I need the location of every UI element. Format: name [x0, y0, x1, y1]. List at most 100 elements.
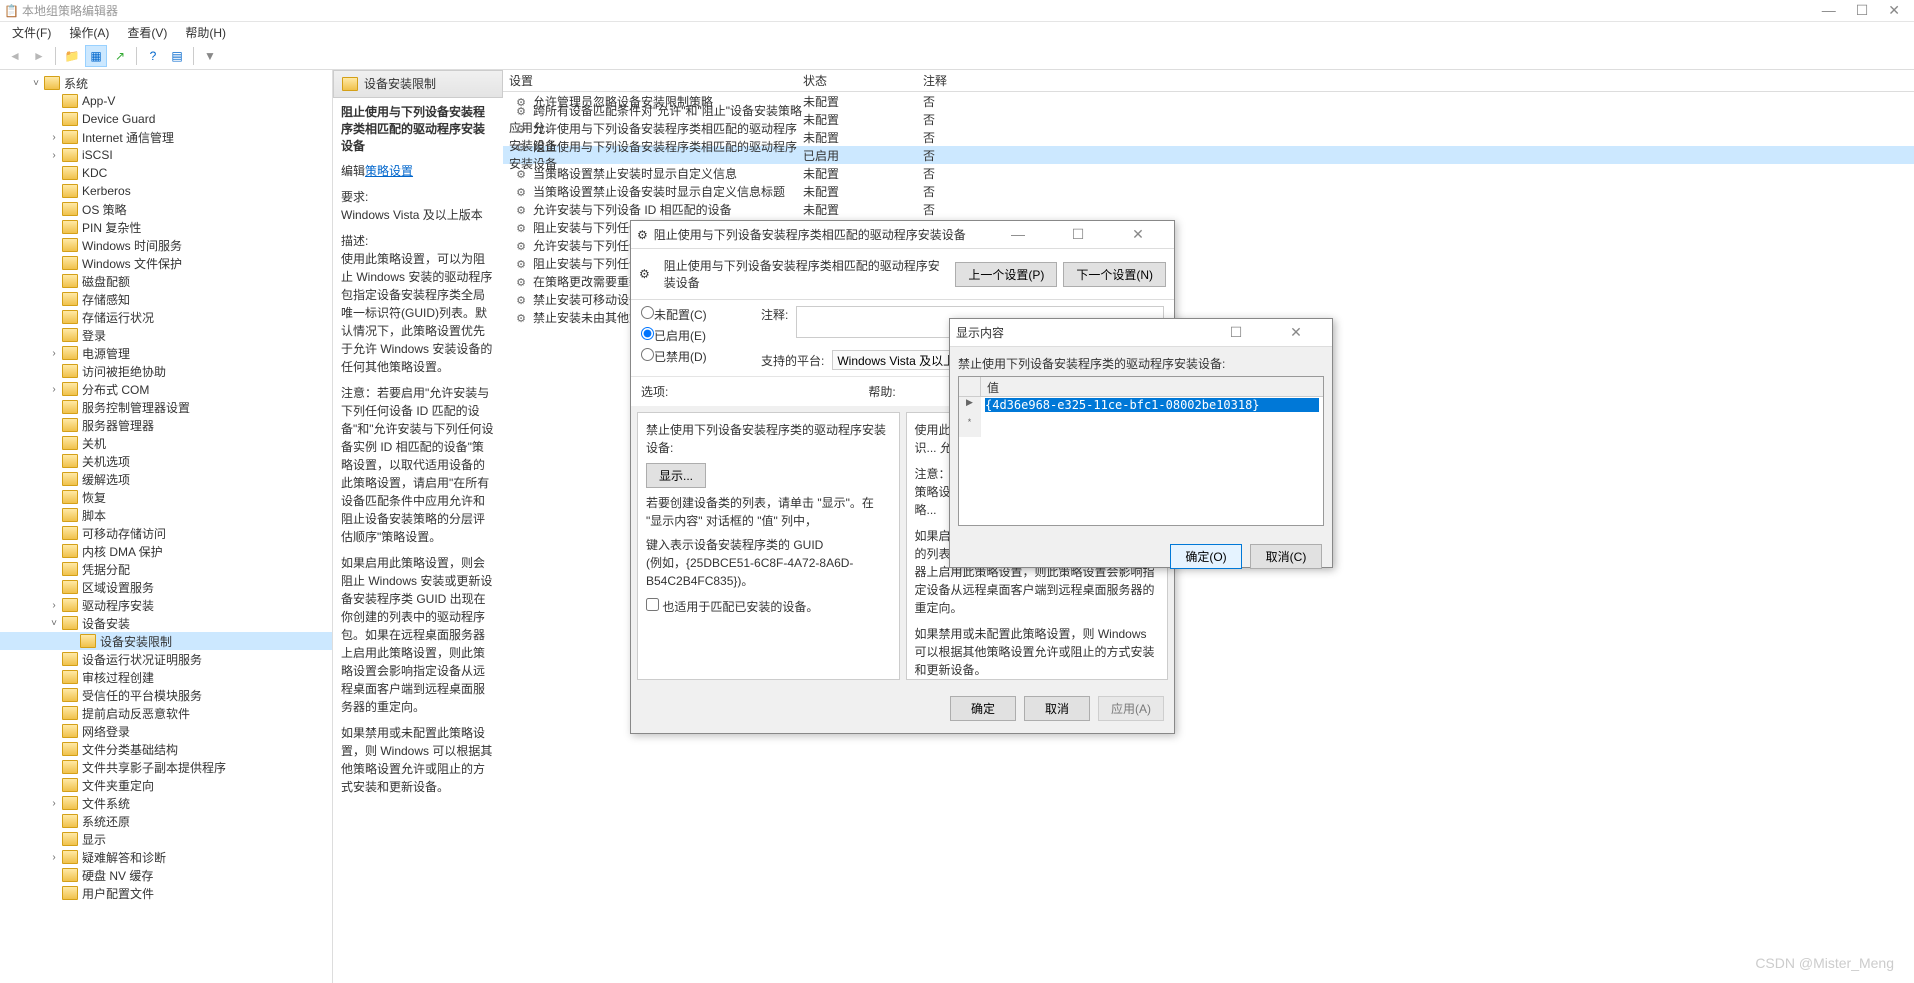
policy-apply-button[interactable]: 应用(A) — [1098, 696, 1164, 721]
edit-policy-link[interactable]: 策略设置 — [365, 164, 413, 178]
back-button[interactable]: ◄ — [4, 45, 26, 67]
grid-row[interactable]: ▶ — [959, 397, 1323, 417]
filter-button[interactable]: ▼ — [199, 45, 221, 67]
apply-installed-checkbox[interactable]: 也适用于匹配已安装的设备。 — [646, 600, 818, 614]
tree-item[interactable]: 恢复 — [0, 488, 332, 506]
tree-item[interactable]: 用户配置文件 — [0, 884, 332, 902]
close-icon[interactable]: ✕ — [1888, 2, 1900, 19]
dlg-minimize-icon[interactable]: — — [998, 226, 1038, 243]
tree-item[interactable]: 脚本 — [0, 506, 332, 524]
tree-item[interactable]: App-V — [0, 92, 332, 110]
radio-disabled[interactable]: 已禁用(D) — [641, 348, 741, 365]
col-comment[interactable]: 注释 — [923, 72, 1914, 89]
tree-item[interactable]: 可移动存储访问 — [0, 524, 332, 542]
props-button[interactable]: ▤ — [166, 45, 188, 67]
menu-action[interactable]: 操作(A) — [61, 22, 117, 43]
show-tree-button[interactable]: ▦ — [85, 45, 107, 67]
tree-item[interactable]: 系统还原 — [0, 812, 332, 830]
values-grid[interactable]: 值 ▶ * — [958, 376, 1324, 526]
show-maximize-icon[interactable]: ☐ — [1216, 324, 1256, 341]
tree-item[interactable]: OS 策略 — [0, 200, 332, 218]
config-icon — [513, 239, 529, 253]
tree-item[interactable]: 关机选项 — [0, 452, 332, 470]
settings-row[interactable]: 当策略设置禁止安装时显示自定义信息未配置否 — [503, 164, 1914, 182]
tree-item[interactable]: ›驱动程序安装 — [0, 596, 332, 614]
grid-col-value[interactable]: 值 — [981, 377, 1323, 396]
prev-setting-button[interactable]: 上一个设置(P) — [955, 262, 1057, 287]
tree-item[interactable]: 审核过程创建 — [0, 668, 332, 686]
show-ok-button[interactable]: 确定(O) — [1170, 544, 1242, 569]
tree-item[interactable]: 访问被拒绝协助 — [0, 362, 332, 380]
tree-root[interactable]: ˅ 系统 — [0, 74, 332, 92]
tree-item[interactable]: 服务器管理器 — [0, 416, 332, 434]
menu-help[interactable]: 帮助(H) — [177, 22, 234, 43]
tree-item[interactable]: 登录 — [0, 326, 332, 344]
tree-item[interactable]: 设备运行状况证明服务 — [0, 650, 332, 668]
tree-item[interactable]: ›iSCSI — [0, 146, 332, 164]
next-setting-button[interactable]: 下一个设置(N) — [1063, 262, 1166, 287]
settings-row[interactable]: 当策略设置禁止设备安装时显示自定义信息标题未配置否 — [503, 182, 1914, 200]
tree-item[interactable]: ›疑难解答和诊断 — [0, 848, 332, 866]
col-setting[interactable]: 设置 — [503, 72, 803, 89]
tree-item[interactable]: 硬盘 NV 缓存 — [0, 866, 332, 884]
tree-item[interactable]: ›Internet 通信管理 — [0, 128, 332, 146]
tree-item[interactable]: Kerberos — [0, 182, 332, 200]
show-close-icon[interactable]: ✕ — [1276, 324, 1316, 341]
tree-item[interactable]: 文件夹重定向 — [0, 776, 332, 794]
tree-item[interactable]: 存储运行状况 — [0, 308, 332, 326]
tree-item[interactable]: ›电源管理 — [0, 344, 332, 362]
menu-file[interactable]: 文件(F) — [4, 22, 59, 43]
tree-item[interactable]: KDC — [0, 164, 332, 182]
tree-item[interactable]: 提前启动反恶意软件 — [0, 704, 332, 722]
tree-item[interactable]: Device Guard — [0, 110, 332, 128]
dlg-close-icon[interactable]: ✕ — [1118, 226, 1158, 243]
gear-icon: ⚙ — [639, 267, 650, 281]
tree-item[interactable]: PIN 复杂性 — [0, 218, 332, 236]
grid-row-new[interactable]: * — [959, 417, 1323, 437]
policy-dialog-titlebar[interactable]: ⚙ 阻止使用与下列设备安装程序类相匹配的驱动程序安装设备 — ☐ ✕ — [631, 221, 1174, 249]
tree-device-install-restrict[interactable]: 设备安装限制 — [0, 632, 332, 650]
show-contents-dialog: 显示内容 ☐ ✕ 禁止使用下列设备安装程序类的驱动程序安装设备: 值 ▶ * 确… — [949, 318, 1333, 568]
tree-item[interactable]: 服务控制管理器设置 — [0, 398, 332, 416]
col-state[interactable]: 状态 — [803, 72, 923, 89]
show-cancel-button[interactable]: 取消(C) — [1250, 544, 1322, 569]
tree-item[interactable]: 网络登录 — [0, 722, 332, 740]
tree-item[interactable]: 显示 — [0, 830, 332, 848]
policy-heading: 阻止使用与下列设备安装程序类相匹配的驱动程序安装设备 — [664, 257, 948, 291]
folder-icon — [342, 77, 358, 91]
tree-item[interactable]: 区域设置服务 — [0, 578, 332, 596]
export-button[interactable]: ↗ — [109, 45, 131, 67]
tree-item[interactable]: 文件分类基础结构 — [0, 740, 332, 758]
dlg-maximize-icon[interactable]: ☐ — [1058, 226, 1098, 243]
minimize-icon[interactable]: — — [1822, 2, 1836, 19]
tree-item[interactable]: 关机 — [0, 434, 332, 452]
tree-item[interactable]: Windows 时间服务 — [0, 236, 332, 254]
tree-item[interactable]: 受信任的平台模块服务 — [0, 686, 332, 704]
tree-item[interactable]: 凭据分配 — [0, 560, 332, 578]
radio-not-configured[interactable]: 未配置(C) — [641, 306, 741, 323]
tree-item[interactable]: ›分布式 COM — [0, 380, 332, 398]
forward-button[interactable]: ► — [28, 45, 50, 67]
up-button[interactable]: 📁 — [61, 45, 83, 67]
policy-ok-button[interactable]: 确定 — [950, 696, 1016, 721]
tree-pane[interactable]: ˅ 系统 App-V Device Guard›Internet 通信管理›iS… — [0, 70, 333, 983]
tree-item[interactable]: ›文件系统 — [0, 794, 332, 812]
tree-item[interactable]: 内核 DMA 保护 — [0, 542, 332, 560]
settings-row[interactable]: 允许安装与下列设备 ID 相匹配的设备未配置否 — [503, 200, 1914, 218]
radio-enabled[interactable]: 已启用(E) — [641, 327, 741, 344]
help-button[interactable]: ? — [142, 45, 164, 67]
tree-item[interactable]: 存储感知 — [0, 290, 332, 308]
tree-item[interactable]: Windows 文件保护 — [0, 254, 332, 272]
tree-item[interactable]: 磁盘配额 — [0, 272, 332, 290]
settings-row[interactable]: 阻止使用与下列设备安装程序类相匹配的驱动程序安装设备已启用否 — [503, 146, 1914, 164]
policy-cancel-button[interactable]: 取消 — [1024, 696, 1090, 721]
maximize-icon[interactable]: ☐ — [1856, 2, 1869, 19]
menu-view[interactable]: 查看(V) — [119, 22, 175, 43]
tree-device-install[interactable]: ˅ 设备安装 — [0, 614, 332, 632]
config-icon — [513, 105, 529, 119]
value-input[interactable] — [985, 398, 1319, 412]
show-dialog-titlebar[interactable]: 显示内容 ☐ ✕ — [950, 319, 1332, 347]
show-button[interactable]: 显示... — [646, 463, 706, 488]
tree-item[interactable]: 文件共享影子副本提供程序 — [0, 758, 332, 776]
tree-item[interactable]: 缓解选项 — [0, 470, 332, 488]
